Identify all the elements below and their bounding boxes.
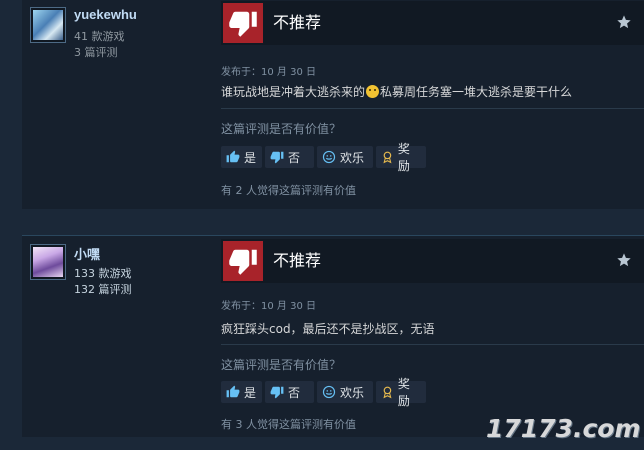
author-reviews-count[interactable]: 3 篇评测 bbox=[74, 44, 118, 60]
vote-yes-button[interactable]: 是 bbox=[221, 146, 262, 168]
helpful-question: 这篇评测是否有价值？ bbox=[221, 358, 342, 372]
author-name[interactable]: yuekewhu bbox=[74, 7, 137, 22]
vote-yes-button[interactable]: 是 bbox=[221, 381, 262, 403]
award-label: 奖励 bbox=[397, 142, 410, 173]
divider bbox=[221, 108, 644, 109]
award-icon bbox=[383, 386, 392, 399]
smile-emoji-icon bbox=[366, 85, 380, 98]
thumbs-down-icon bbox=[270, 386, 284, 399]
card-top-border bbox=[22, 235, 644, 236]
posted-date: 发布于：10 月 30 日 bbox=[221, 67, 316, 78]
vote-no-label: 否 bbox=[288, 385, 301, 400]
review-card: yuekewhu 41 款游戏 3 篇评测 不推荐 发布于：10 月 30 日 … bbox=[22, 0, 644, 209]
award-button[interactable]: 奖励 bbox=[376, 377, 426, 408]
vote-yes-label: 是 bbox=[243, 150, 256, 165]
review-content: 谁玩战地是冲着大逃杀来的 私募周任务塞一堆大逃杀是要干什么 bbox=[221, 83, 572, 100]
vote-buttons: 是 否 欢乐 奖励 bbox=[221, 377, 426, 408]
star-icon[interactable] bbox=[616, 252, 632, 268]
award-button[interactable]: 奖励 bbox=[376, 142, 426, 173]
avatar[interactable] bbox=[30, 244, 66, 280]
vote-header[interactable]: 不推荐 bbox=[221, 1, 644, 45]
award-icon bbox=[383, 151, 392, 164]
vote-header[interactable]: 不推荐 bbox=[221, 239, 644, 283]
review-author: yuekewhu 41 款游戏 3 篇评测 bbox=[30, 7, 210, 67]
vote-funny-button[interactable]: 欢乐 bbox=[317, 381, 373, 403]
vote-no-button[interactable]: 否 bbox=[265, 381, 314, 403]
review-text-part: 私募周任务塞一堆大逃杀是要干什么 bbox=[380, 85, 573, 99]
thumbs-up-icon bbox=[226, 385, 240, 398]
vote-yes-label: 是 bbox=[243, 385, 256, 400]
award-label: 奖励 bbox=[397, 377, 410, 408]
vote-no-button[interactable]: 否 bbox=[265, 146, 314, 168]
review-text-part: 谁玩战地是冲着大逃杀来的 bbox=[221, 85, 366, 99]
verdict-title: 不推荐 bbox=[273, 251, 322, 270]
helpful-question: 这篇评测是否有价值？ bbox=[221, 122, 342, 136]
posted-date: 发布于：10 月 30 日 bbox=[221, 301, 316, 312]
found-helpful-count: 有 3 人觉得这篇评测有价值 bbox=[221, 418, 356, 431]
review-author: 小嘿 133 款游戏 132 篇评测 bbox=[30, 244, 210, 304]
vote-no-label: 否 bbox=[288, 150, 301, 165]
thumbs-down-icon bbox=[223, 241, 263, 281]
verdict-title: 不推荐 bbox=[273, 13, 322, 32]
review-content: 疯狂踩头cod，最后还不是抄战区，无语 bbox=[221, 322, 435, 336]
thumbs-down-icon bbox=[223, 3, 263, 43]
vote-funny-label: 欢乐 bbox=[340, 385, 365, 400]
review-card: 小嘿 133 款游戏 132 篇评测 不推荐 发布于：10 月 30 日 疯狂踩… bbox=[22, 235, 644, 437]
author-games-count[interactable]: 41 款游戏 bbox=[74, 28, 125, 44]
vote-funny-label: 欢乐 bbox=[340, 150, 365, 165]
star-icon[interactable] bbox=[616, 14, 632, 30]
smile-icon bbox=[322, 385, 336, 399]
avatar[interactable] bbox=[30, 7, 66, 43]
smile-icon bbox=[322, 150, 336, 164]
site-watermark: 17173.com bbox=[486, 414, 641, 443]
found-helpful-count: 有 2 人觉得这篇评测有价值 bbox=[221, 184, 356, 197]
vote-buttons: 是 否 欢乐 奖励 bbox=[221, 142, 426, 173]
thumbs-up-icon bbox=[226, 150, 240, 163]
author-games-count[interactable]: 133 款游戏 bbox=[74, 265, 132, 281]
thumbs-down-icon bbox=[270, 151, 284, 164]
author-reviews-count[interactable]: 132 篇评测 bbox=[74, 281, 132, 297]
vote-funny-button[interactable]: 欢乐 bbox=[317, 146, 373, 168]
author-name[interactable]: 小嘿 bbox=[74, 244, 100, 263]
divider bbox=[221, 344, 644, 345]
